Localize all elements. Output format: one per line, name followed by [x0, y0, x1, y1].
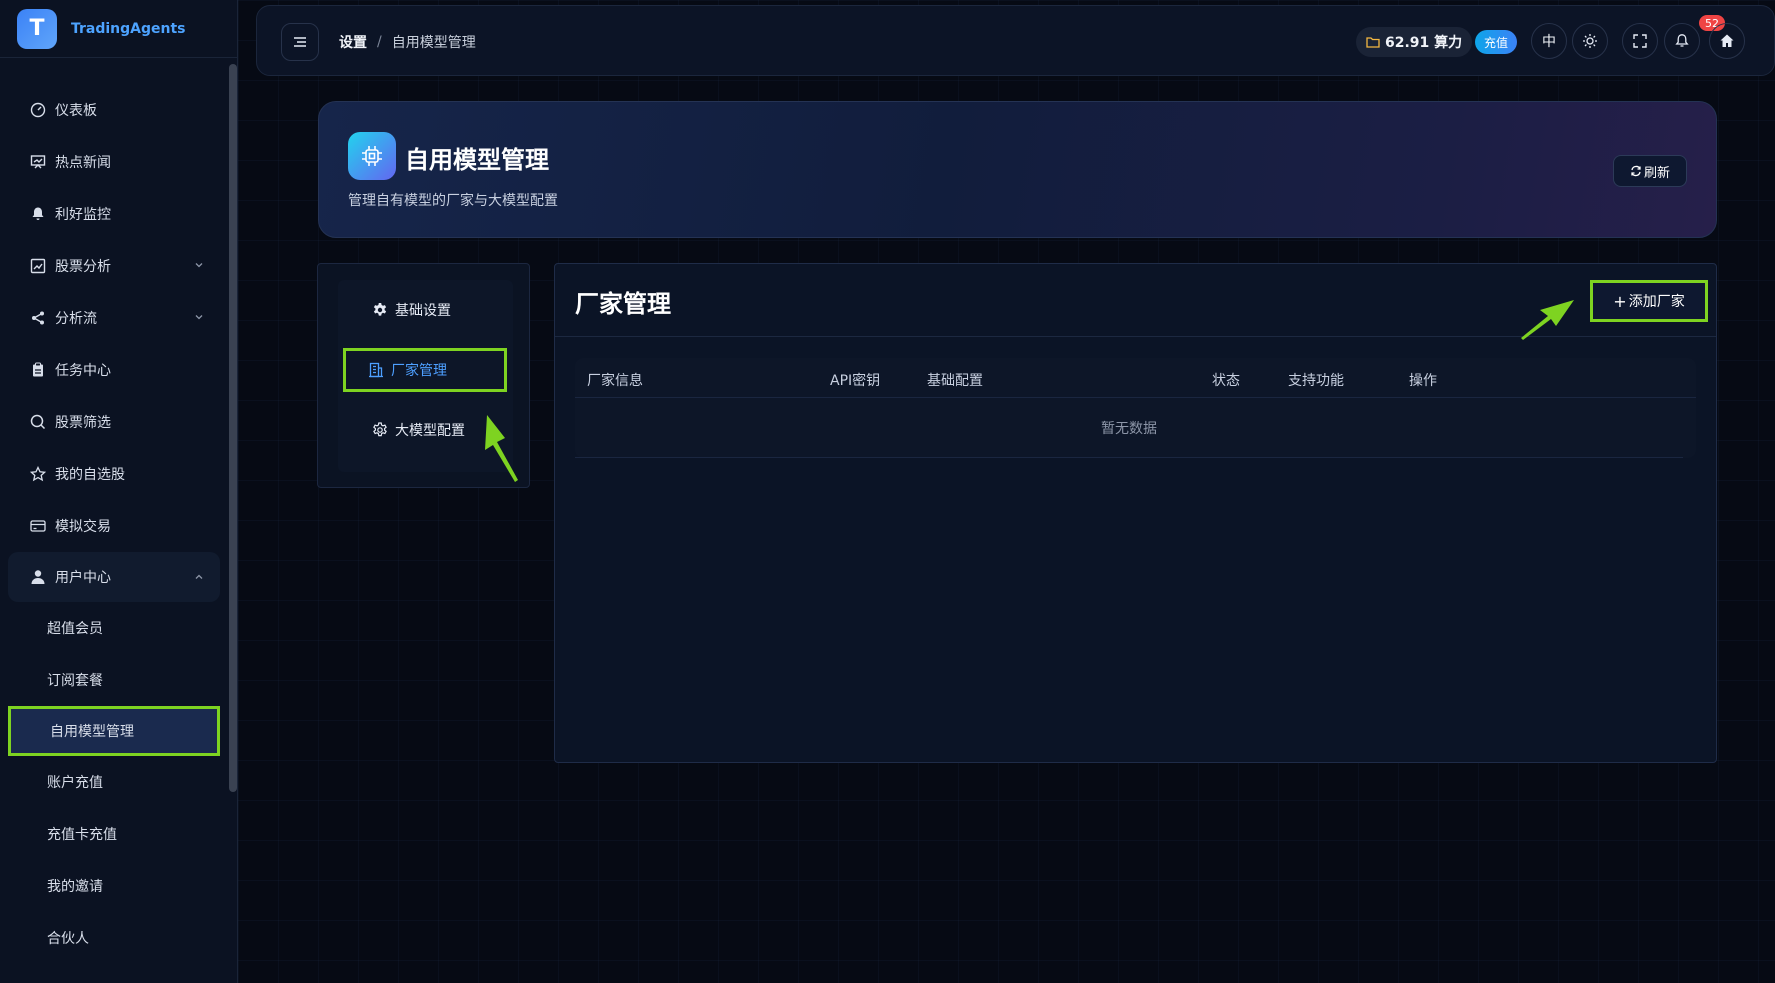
sidebar-item-stock-analysis[interactable]: 股票分析 [0, 240, 228, 292]
sidebar-item-label: 股票筛选 [55, 415, 111, 431]
menu-toggle-button[interactable] [281, 23, 319, 61]
menu-icon [294, 37, 306, 47]
table-header: 厂家信息 API密钥 基础配置 状态 支持功能 操作 [575, 358, 1696, 398]
sidebar-item-monitor[interactable]: 利好监控 [0, 188, 228, 240]
chevron-up-icon [195, 574, 203, 579]
sidebar-item-label: 仪表板 [55, 103, 97, 119]
column-header[interactable]: 厂家信息 [587, 370, 643, 390]
sidebar-item-dashboard[interactable]: 仪表板 [0, 84, 228, 136]
sidebar-item-news[interactable]: 热点新闻 [0, 136, 228, 188]
home-icon [1720, 34, 1734, 47]
sidebar-item-label: 利好监控 [55, 207, 111, 223]
add-vendor-button[interactable]: + 添加厂家 [1590, 280, 1708, 322]
tab-label: 大模型配置 [395, 423, 465, 439]
cpu-icon [348, 132, 396, 180]
sidebar: T TradingAgents 仪表板 热点新闻 利好监控 股票分析 分析流 任 [0, 0, 238, 983]
sidebar-item-label: 我的自选股 [55, 467, 125, 483]
column-header[interactable]: 状态 [1212, 370, 1240, 390]
tab-label: 基础设置 [395, 303, 451, 319]
share-icon [30, 310, 46, 326]
fullscreen-icon [1633, 34, 1647, 48]
sidebar-item-flow[interactable]: 分析流 [0, 292, 228, 344]
sidebar-subitem-vip[interactable]: 超值会员 [0, 602, 228, 654]
empty-state: 暂无数据 [575, 398, 1683, 458]
user-icon [30, 569, 46, 585]
recharge-button[interactable]: 充值 [1475, 30, 1518, 54]
chevron-down-icon [195, 263, 203, 268]
chart-icon [30, 258, 46, 274]
add-vendor-label: 添加厂家 [1628, 294, 1685, 310]
gauge-icon [30, 102, 46, 118]
gear-outline-icon [372, 422, 388, 438]
sun-icon [1583, 34, 1597, 48]
page-title: 自用模型管理 [405, 146, 549, 174]
sidebar-item-label: 模拟交易 [55, 519, 111, 535]
annotation-arrow-icon [485, 415, 518, 482]
sidebar-item-label: 热点新闻 [55, 155, 111, 171]
logo[interactable]: T TradingAgents [0, 0, 237, 58]
tab-label: 厂家管理 [391, 363, 447, 379]
breadcrumb-settings[interactable]: 设置 [339, 32, 367, 52]
card-icon [30, 518, 46, 534]
building-icon [368, 362, 384, 378]
sidebar-item-label: 分析流 [55, 311, 97, 327]
sidebar-scrollbar[interactable] [229, 64, 237, 792]
bell-icon [1675, 34, 1689, 47]
page-header-card: 自用模型管理 管理自有模型的厂家与大模型配置 刷新 [318, 101, 1717, 238]
column-header[interactable]: 操作 [1409, 370, 1437, 390]
credits-value: 62.91 算力 [1385, 35, 1463, 51]
sidebar-item-simulated-trading[interactable]: 模拟交易 [0, 500, 228, 552]
panel-title: 厂家管理 [575, 290, 671, 318]
sidebar-item-screener[interactable]: 股票筛选 [0, 396, 228, 448]
sidebar-subitem-card-recharge[interactable]: 充值卡充值 [0, 808, 228, 860]
folder-icon [1366, 35, 1380, 49]
app-name: TradingAgents [71, 20, 186, 37]
sidebar-nav: 仪表板 热点新闻 利好监控 股票分析 分析流 任务中心 股票筛选 我的自选股 模… [0, 84, 228, 964]
presentation-icon [30, 154, 46, 170]
breadcrumb-separator: / [377, 34, 382, 50]
logo-badge: T [17, 8, 57, 49]
sidebar-item-label: 用户中心 [55, 570, 111, 586]
credits-display[interactable]: 62.91 算力 [1356, 27, 1473, 57]
clipboard-icon [30, 362, 46, 378]
breadcrumb: 设置 / 自用模型管理 [339, 32, 476, 52]
bell-icon [30, 206, 46, 222]
sidebar-item-label: 任务中心 [55, 363, 111, 379]
column-header[interactable]: 支持功能 [1288, 370, 1344, 390]
plus-icon: + [1613, 291, 1627, 311]
theme-toggle-button[interactable] [1572, 23, 1608, 59]
column-header[interactable]: 基础配置 [927, 370, 983, 390]
sidebar-subitem-invitations[interactable]: 我的邀请 [0, 860, 228, 912]
search-icon [30, 414, 46, 430]
tab-vendor-management[interactable]: 厂家管理 [343, 348, 507, 392]
sidebar-item-watchlist[interactable]: 我的自选股 [0, 448, 228, 500]
topbar: 设置 / 自用模型管理 62.91 算力 充值 中 52 [256, 5, 1775, 76]
home-button[interactable] [1709, 23, 1745, 59]
tab-basic-settings[interactable]: 基础设置 [338, 288, 513, 332]
sidebar-item-label: 股票分析 [55, 259, 111, 275]
sidebar-subitem-recharge[interactable]: 账户充值 [0, 756, 228, 808]
fullscreen-button[interactable] [1622, 23, 1658, 59]
sidebar-subitem-partner[interactable]: 合伙人 [0, 912, 228, 964]
breadcrumb-current: 自用模型管理 [391, 35, 476, 51]
page-subtitle: 管理自有模型的厂家与大模型配置 [348, 193, 558, 209]
refresh-button[interactable]: 刷新 [1613, 155, 1687, 187]
column-header[interactable]: API密钥 [830, 370, 880, 390]
sidebar-subitem-model-management[interactable]: 自用模型管理 [8, 706, 220, 756]
chevron-down-icon [195, 315, 203, 320]
sidebar-subitem-subscription[interactable]: 订阅套餐 [0, 654, 228, 706]
refresh-label: 刷新 [1643, 165, 1670, 181]
language-button[interactable]: 中 [1531, 23, 1567, 59]
star-icon [30, 466, 46, 482]
annotation-arrow-icon [1521, 300, 1574, 340]
gear-solid-icon [372, 302, 388, 318]
sidebar-item-user-center[interactable]: 用户中心 [8, 552, 220, 602]
sidebar-item-tasks[interactable]: 任务中心 [0, 344, 228, 396]
refresh-icon [1631, 165, 1641, 177]
vendor-table: 厂家信息 API密钥 基础配置 状态 支持功能 操作 暂无数据 [575, 358, 1696, 458]
notifications-button[interactable] [1664, 23, 1700, 59]
